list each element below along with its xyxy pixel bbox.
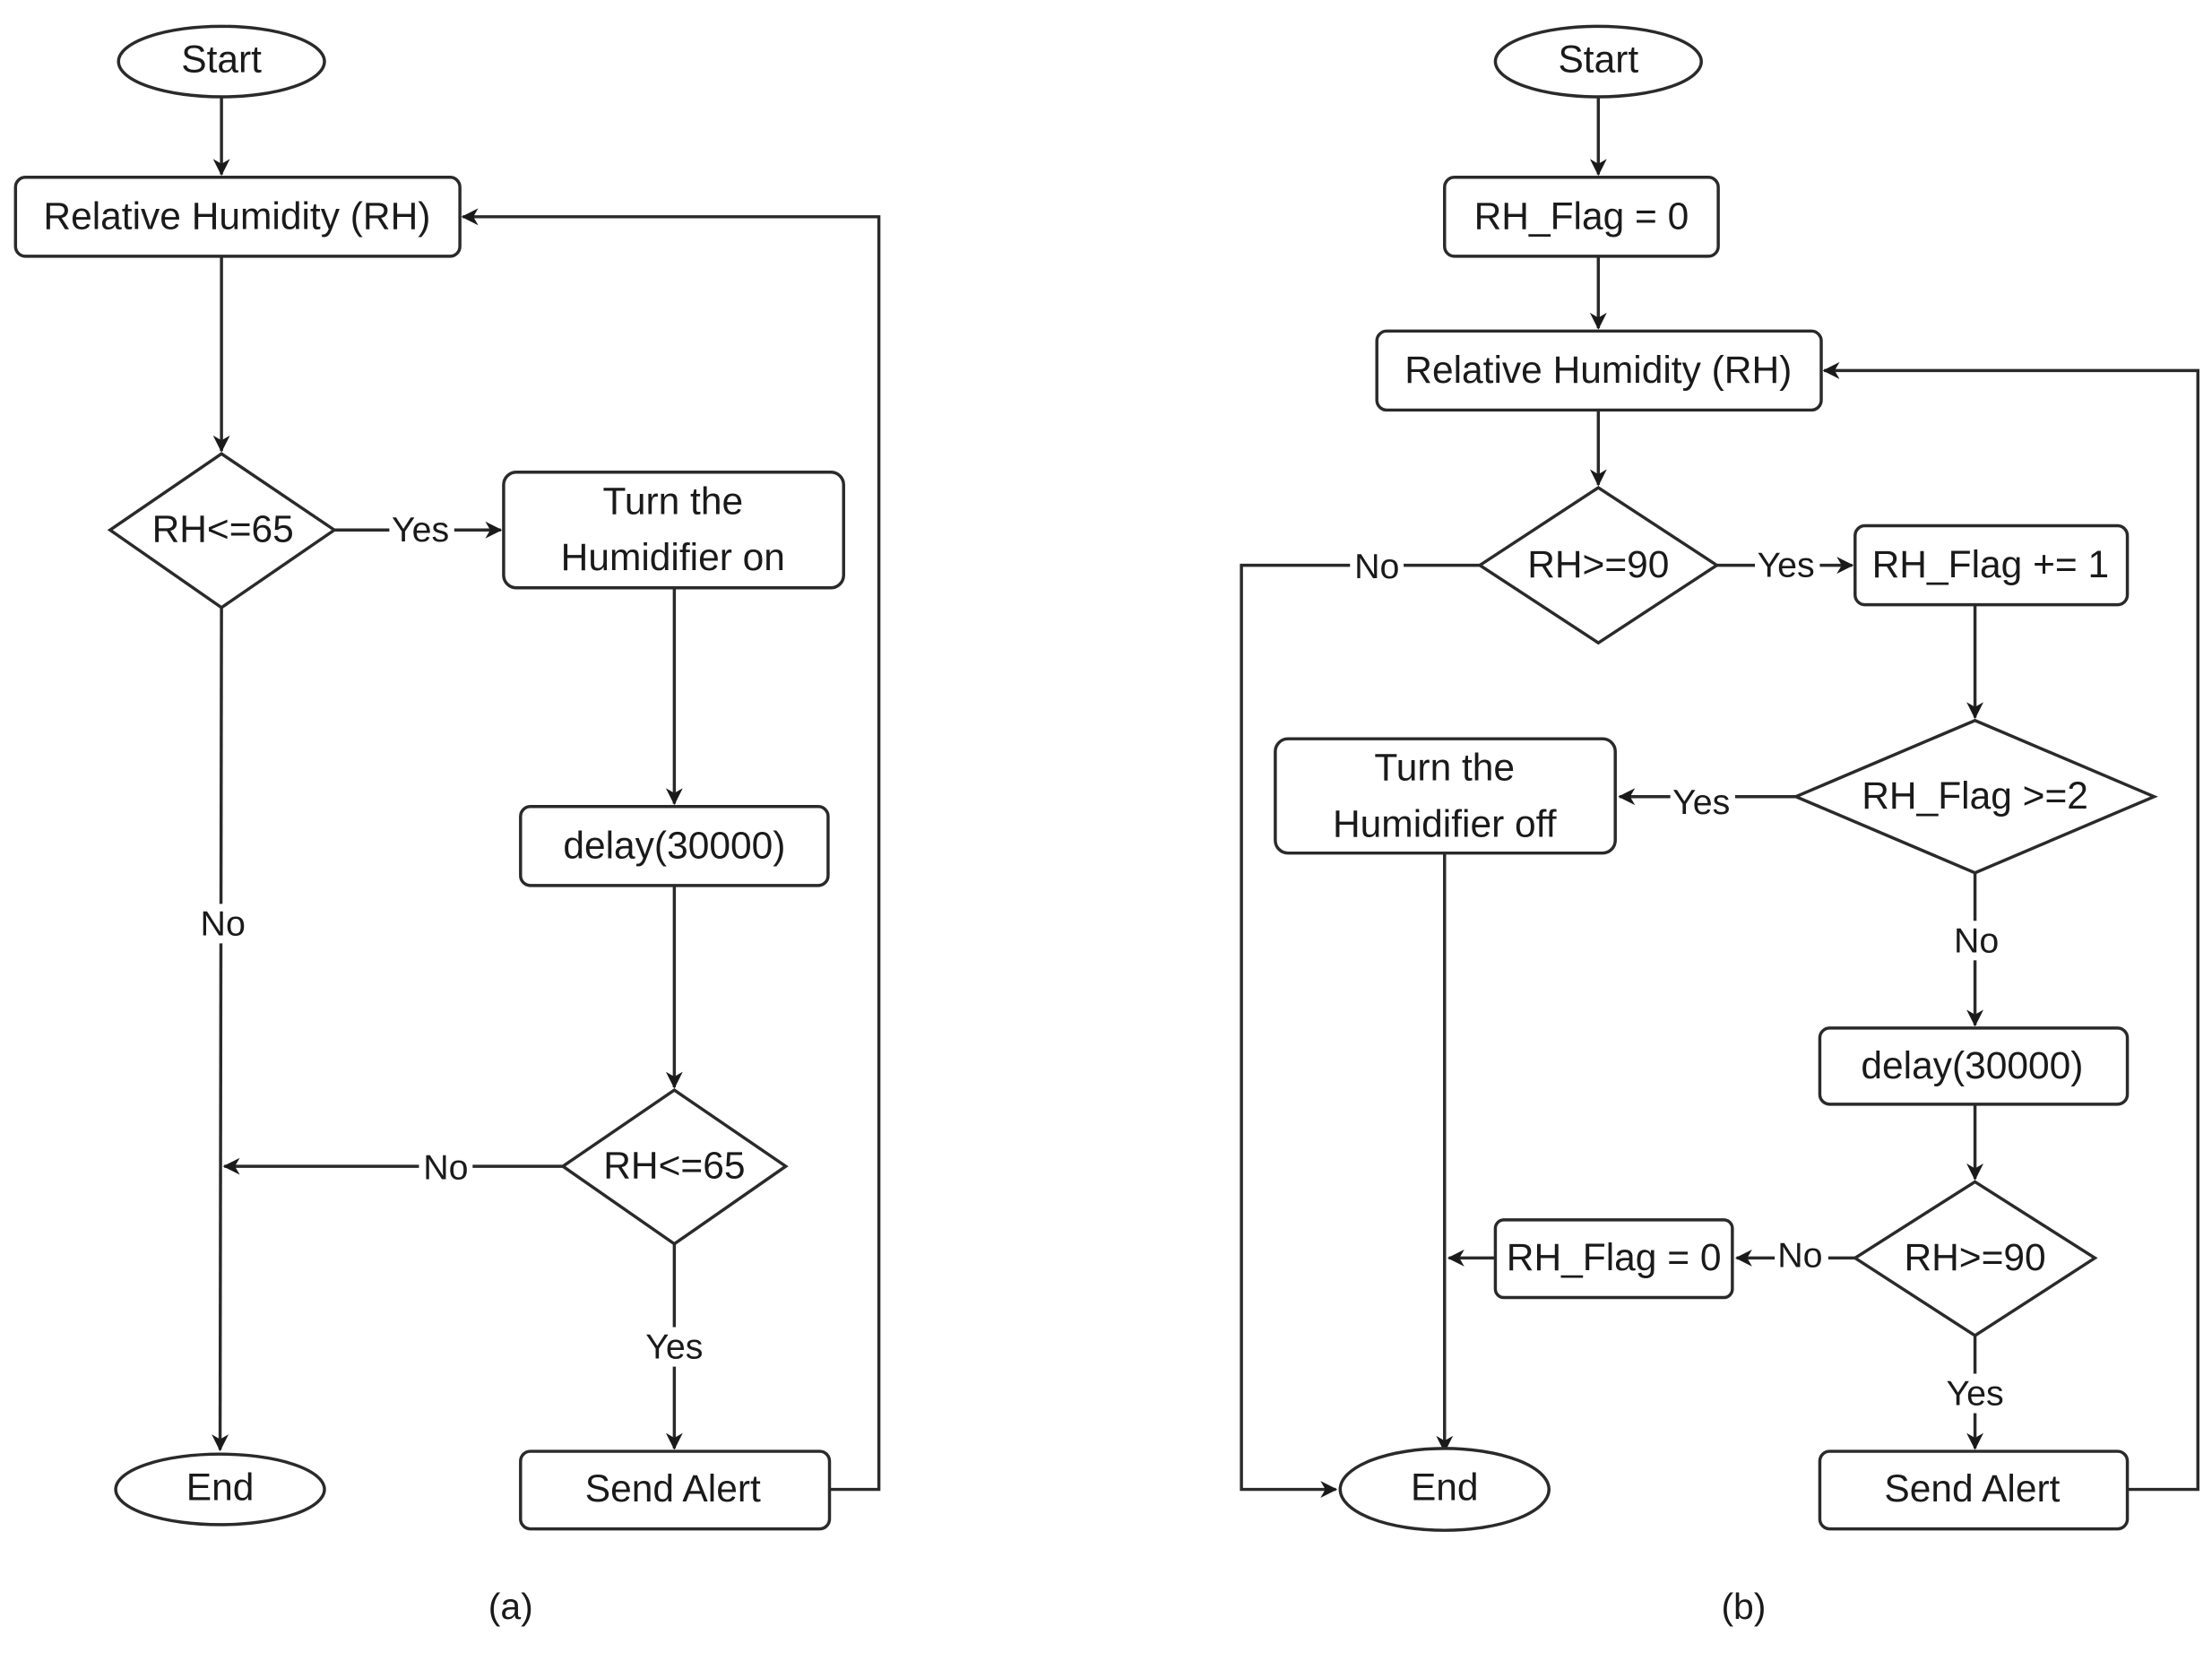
start-node: Start [117,24,326,99]
delay-node: delay(30000) [1818,1026,2130,1106]
read-rh-node: Relative Humidity (RH) [1375,329,1823,412]
edge-label-yes-1: Yes [1758,546,1815,585]
panel-a-caption: (a) [488,1586,533,1627]
edge-label-yes-2: Yes [645,1328,703,1367]
decision1-node: RH<=65 [107,452,338,610]
edge-decision1-no [212,607,229,1452]
end-label: End [1411,1466,1479,1509]
reset-flag-label: RH_Flag = 0 [1507,1237,1722,1279]
read-rh-label: Relative Humidity (RH) [1404,350,1792,392]
flowchart-figure: Start Relative Humidity (RH) RH<=65 Turn… [13,24,2199,1627]
delay-label: delay(30000) [563,825,785,867]
flag-check-label: RH_Flag >=2 [1862,775,2088,818]
edge-label-no-1: No [201,904,246,943]
humidifier-off-label-line1: Turn the [1374,748,1515,790]
decision2-label: RH<=65 [603,1146,745,1188]
decision1-label: RH>=90 [1527,544,1669,586]
edge-label-yes-1: Yes [392,510,449,549]
flag-check-node: RH_Flag >=2 [1792,718,2158,875]
decision1-label: RH<=65 [152,509,294,551]
humidifier-off-label-line2: Humidifier off [1333,804,1557,846]
increment-flag-node: RH_Flag += 1 [1853,523,2130,607]
delay-label: delay(30000) [1861,1045,2083,1087]
decision2-node: RH<=65 [559,1088,789,1246]
panel-b: Start RH_Flag = 0 Relative Humidity (RH)… [1240,24,2199,1627]
humidifier-on-label-line2: Humidifier on [561,537,785,579]
start-node: Start [1493,24,1703,99]
reset-flag-node: RH_Flag = 0 [1493,1218,1734,1300]
read-rh-label: Relative Humidity (RH) [43,195,430,238]
edge-label-no-2: No [423,1148,468,1188]
start-label: Start [181,39,262,82]
edge-label-no-2: No [1777,1235,1822,1275]
send-alert-label: Send Alert [585,1468,761,1510]
humidifier-on-label-line1: Turn the [602,480,743,523]
end-label: End [186,1466,255,1509]
send-alert-node: Send Alert [1818,1449,2130,1531]
humidifier-off-node: Turn the Humidifier off [1274,737,1617,855]
send-alert-label: Send Alert [1884,1468,2060,1510]
edge-label-no-flag: No [1954,921,1999,960]
edge-label-yes-flag: Yes [1672,783,1730,822]
start-label: Start [1558,39,1638,82]
send-alert-node: Send Alert [519,1449,832,1531]
decision1-node: RH>=90 [1476,485,1720,645]
read-rh-node: Relative Humidity (RH) [13,176,462,258]
delay-node: delay(30000) [519,805,830,887]
end-node: End [1338,1447,1551,1532]
edge-label-yes-2: Yes [1946,1374,2003,1414]
increment-flag-label: RH_Flag += 1 [1872,544,2110,586]
humidifier-on-node: Turn the Humidifier on [502,470,845,590]
edge-label-no-1: No [1354,547,1399,586]
init-flag-node: RH_Flag = 0 [1443,176,1720,258]
init-flag-label: RH_Flag = 0 [1474,195,1689,238]
decision2-label: RH>=90 [1904,1237,2045,1279]
panel-b-caption: (b) [1721,1586,1766,1627]
end-node: End [114,1452,326,1527]
panel-a: Start Relative Humidity (RH) RH<=65 Turn… [13,24,881,1627]
decision2-node: RH>=90 [1852,1180,2098,1338]
